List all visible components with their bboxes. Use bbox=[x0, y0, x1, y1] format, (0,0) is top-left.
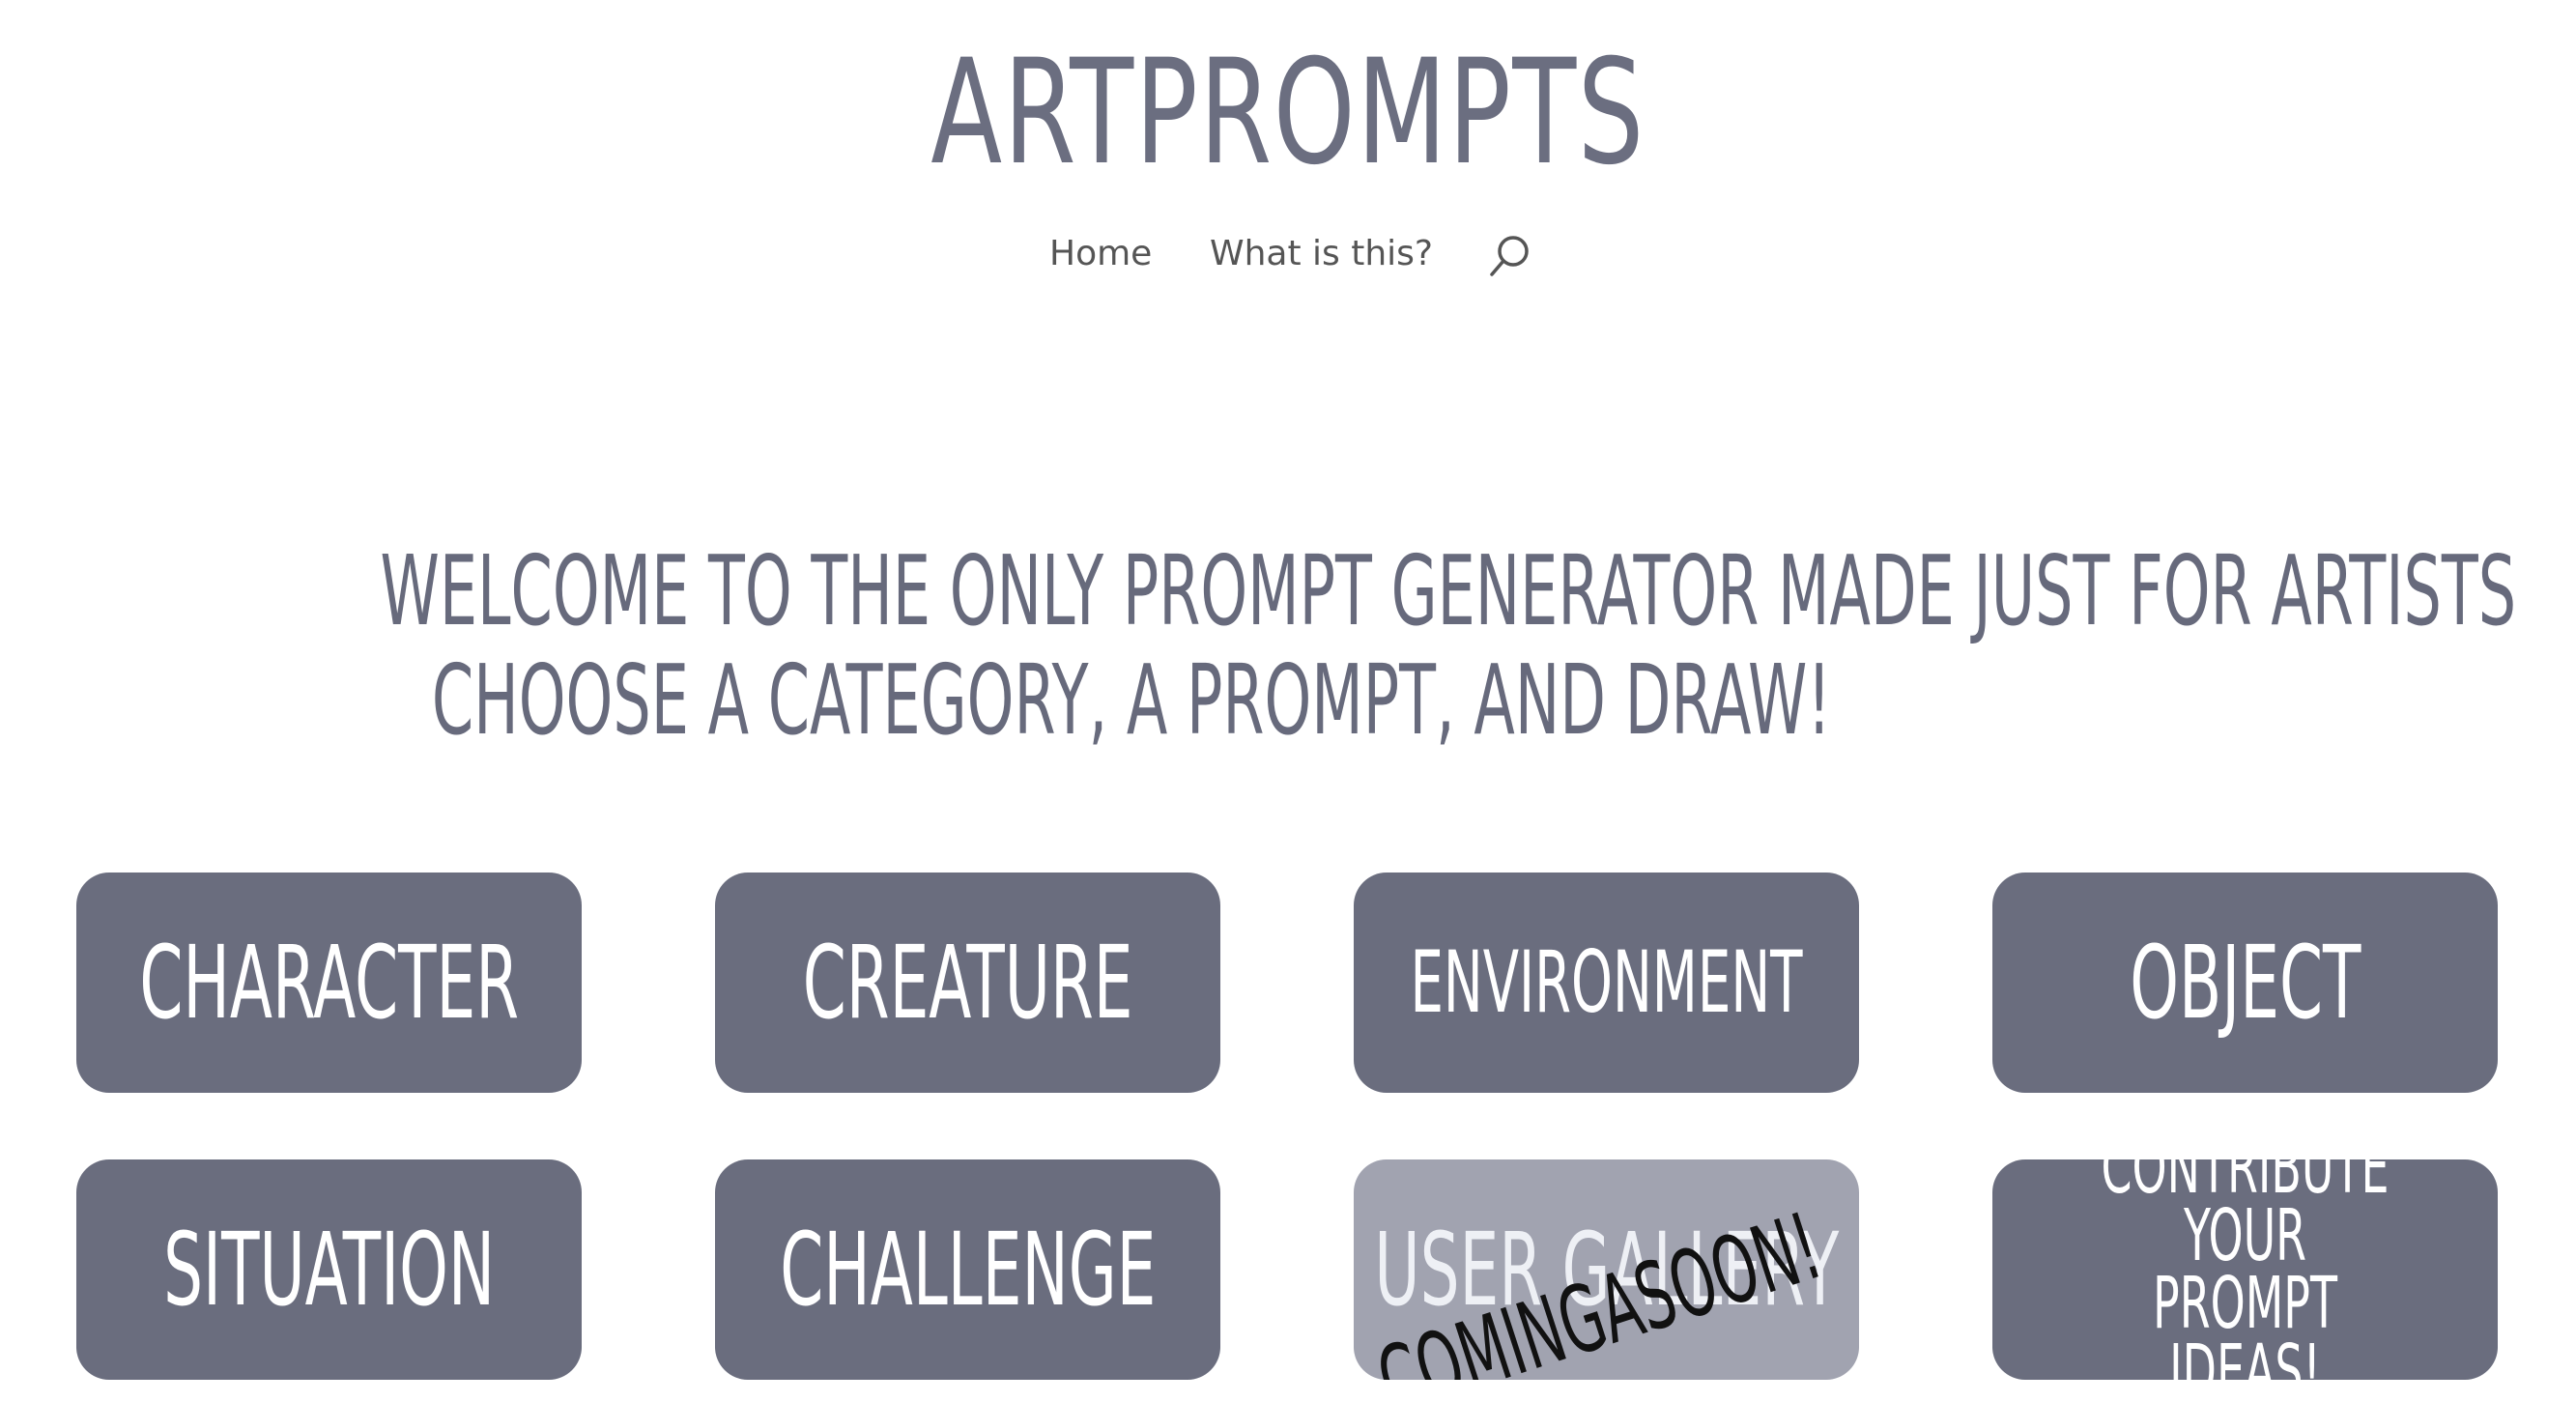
category-label: OBJECT bbox=[2129, 924, 2361, 1042]
user-gallery-button: USER GALLERY COMINGASOON! bbox=[1354, 1159, 1859, 1380]
category-label: CHALLENGE bbox=[779, 1211, 1157, 1329]
welcome-subheading: CHOOSE A CATEGORY, A PROMPT, AND DRAW! bbox=[431, 644, 1832, 757]
category-label: ENVIRONMENT bbox=[1410, 932, 1803, 1032]
category-button-object[interactable]: OBJECT bbox=[1992, 873, 2498, 1093]
category-label: CONTRIBUTE YOUR PROMPT IDEAS! bbox=[2101, 1159, 2390, 1380]
category-label: SITUATION bbox=[162, 1211, 496, 1329]
category-button-challenge[interactable]: CHALLENGE bbox=[715, 1159, 1220, 1380]
nav-link-home[interactable]: Home bbox=[1049, 230, 1152, 278]
site-logo[interactable]: ARTPROMPTS bbox=[360, 21, 2216, 205]
category-button-creature[interactable]: CREATURE bbox=[715, 873, 1220, 1093]
category-button-character[interactable]: CHARACTER bbox=[76, 873, 582, 1093]
nav-link-what-is-this[interactable]: What is this? bbox=[1210, 230, 1433, 278]
category-label: CHARACTER bbox=[139, 924, 519, 1042]
category-button-situation[interactable]: SITUATION bbox=[76, 1159, 582, 1380]
contribute-prompt-button[interactable]: CONTRIBUTE YOUR PROMPT IDEAS! bbox=[1992, 1159, 2498, 1380]
main-nav: Home What is this? bbox=[0, 230, 2576, 278]
category-button-environment[interactable]: ENVIRONMENT bbox=[1354, 873, 1859, 1093]
category-label: CREATURE bbox=[802, 924, 1133, 1042]
search-icon[interactable] bbox=[1484, 232, 1534, 282]
welcome-heading: WELCOME TO THE ONLY PROMPT GENERATOR MAD… bbox=[380, 534, 2517, 647]
